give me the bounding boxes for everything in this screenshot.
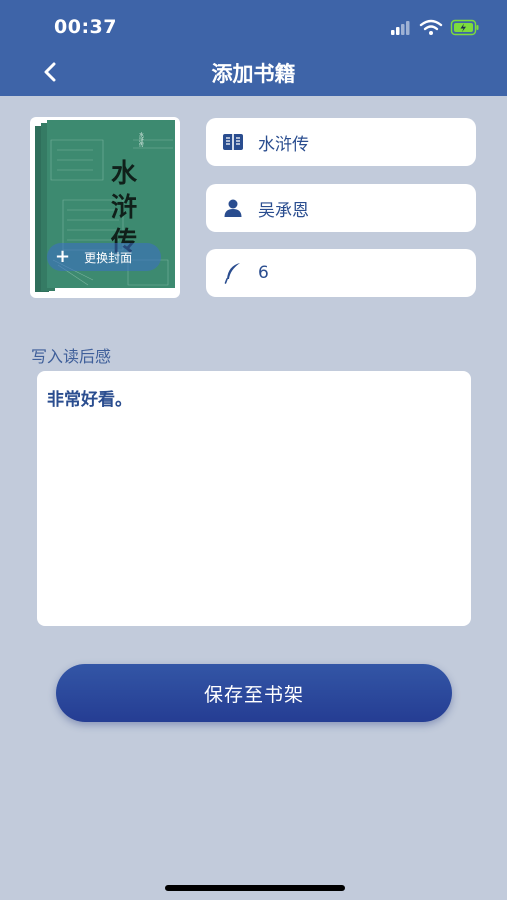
book-title-field[interactable]: 水浒传 bbox=[206, 118, 476, 166]
change-cover-label: 更换封面 bbox=[84, 250, 133, 265]
pages-value: 6 bbox=[258, 263, 269, 283]
book-icon bbox=[222, 131, 244, 153]
signal-icon bbox=[391, 21, 410, 35]
battery-icon bbox=[450, 19, 479, 36]
plus-icon: + bbox=[55, 246, 71, 267]
svg-text:水: 水 bbox=[111, 159, 138, 189]
author-value: 吴承恩 bbox=[258, 200, 309, 221]
author-field[interactable]: 吴承恩 bbox=[206, 184, 476, 232]
status-bar: 00:37 bbox=[0, 0, 507, 48]
wifi-icon bbox=[419, 19, 443, 35]
user-icon bbox=[222, 197, 244, 219]
review-label: 写入读后感 bbox=[31, 347, 112, 366]
review-text: 非常好看。 bbox=[47, 390, 132, 410]
status-time: 00:37 bbox=[54, 16, 117, 38]
save-to-shelf-button[interactable]: 保存至书架 bbox=[56, 664, 452, 722]
svg-text:水浒传: 水浒传 bbox=[138, 131, 144, 148]
review-textarea[interactable]: 非常好看。 bbox=[37, 371, 471, 626]
pages-field[interactable]: 6 bbox=[206, 249, 476, 297]
feather-icon bbox=[222, 262, 244, 284]
book-title-value: 水浒传 bbox=[258, 134, 309, 155]
nav-bar: 添加书籍 bbox=[0, 48, 507, 96]
change-cover-button[interactable]: + 更换封面 bbox=[47, 243, 161, 271]
home-indicator bbox=[165, 885, 345, 891]
svg-text:浒: 浒 bbox=[111, 192, 137, 223]
page-title: 添加书籍 bbox=[211, 62, 296, 86]
status-icons bbox=[391, 19, 479, 36]
